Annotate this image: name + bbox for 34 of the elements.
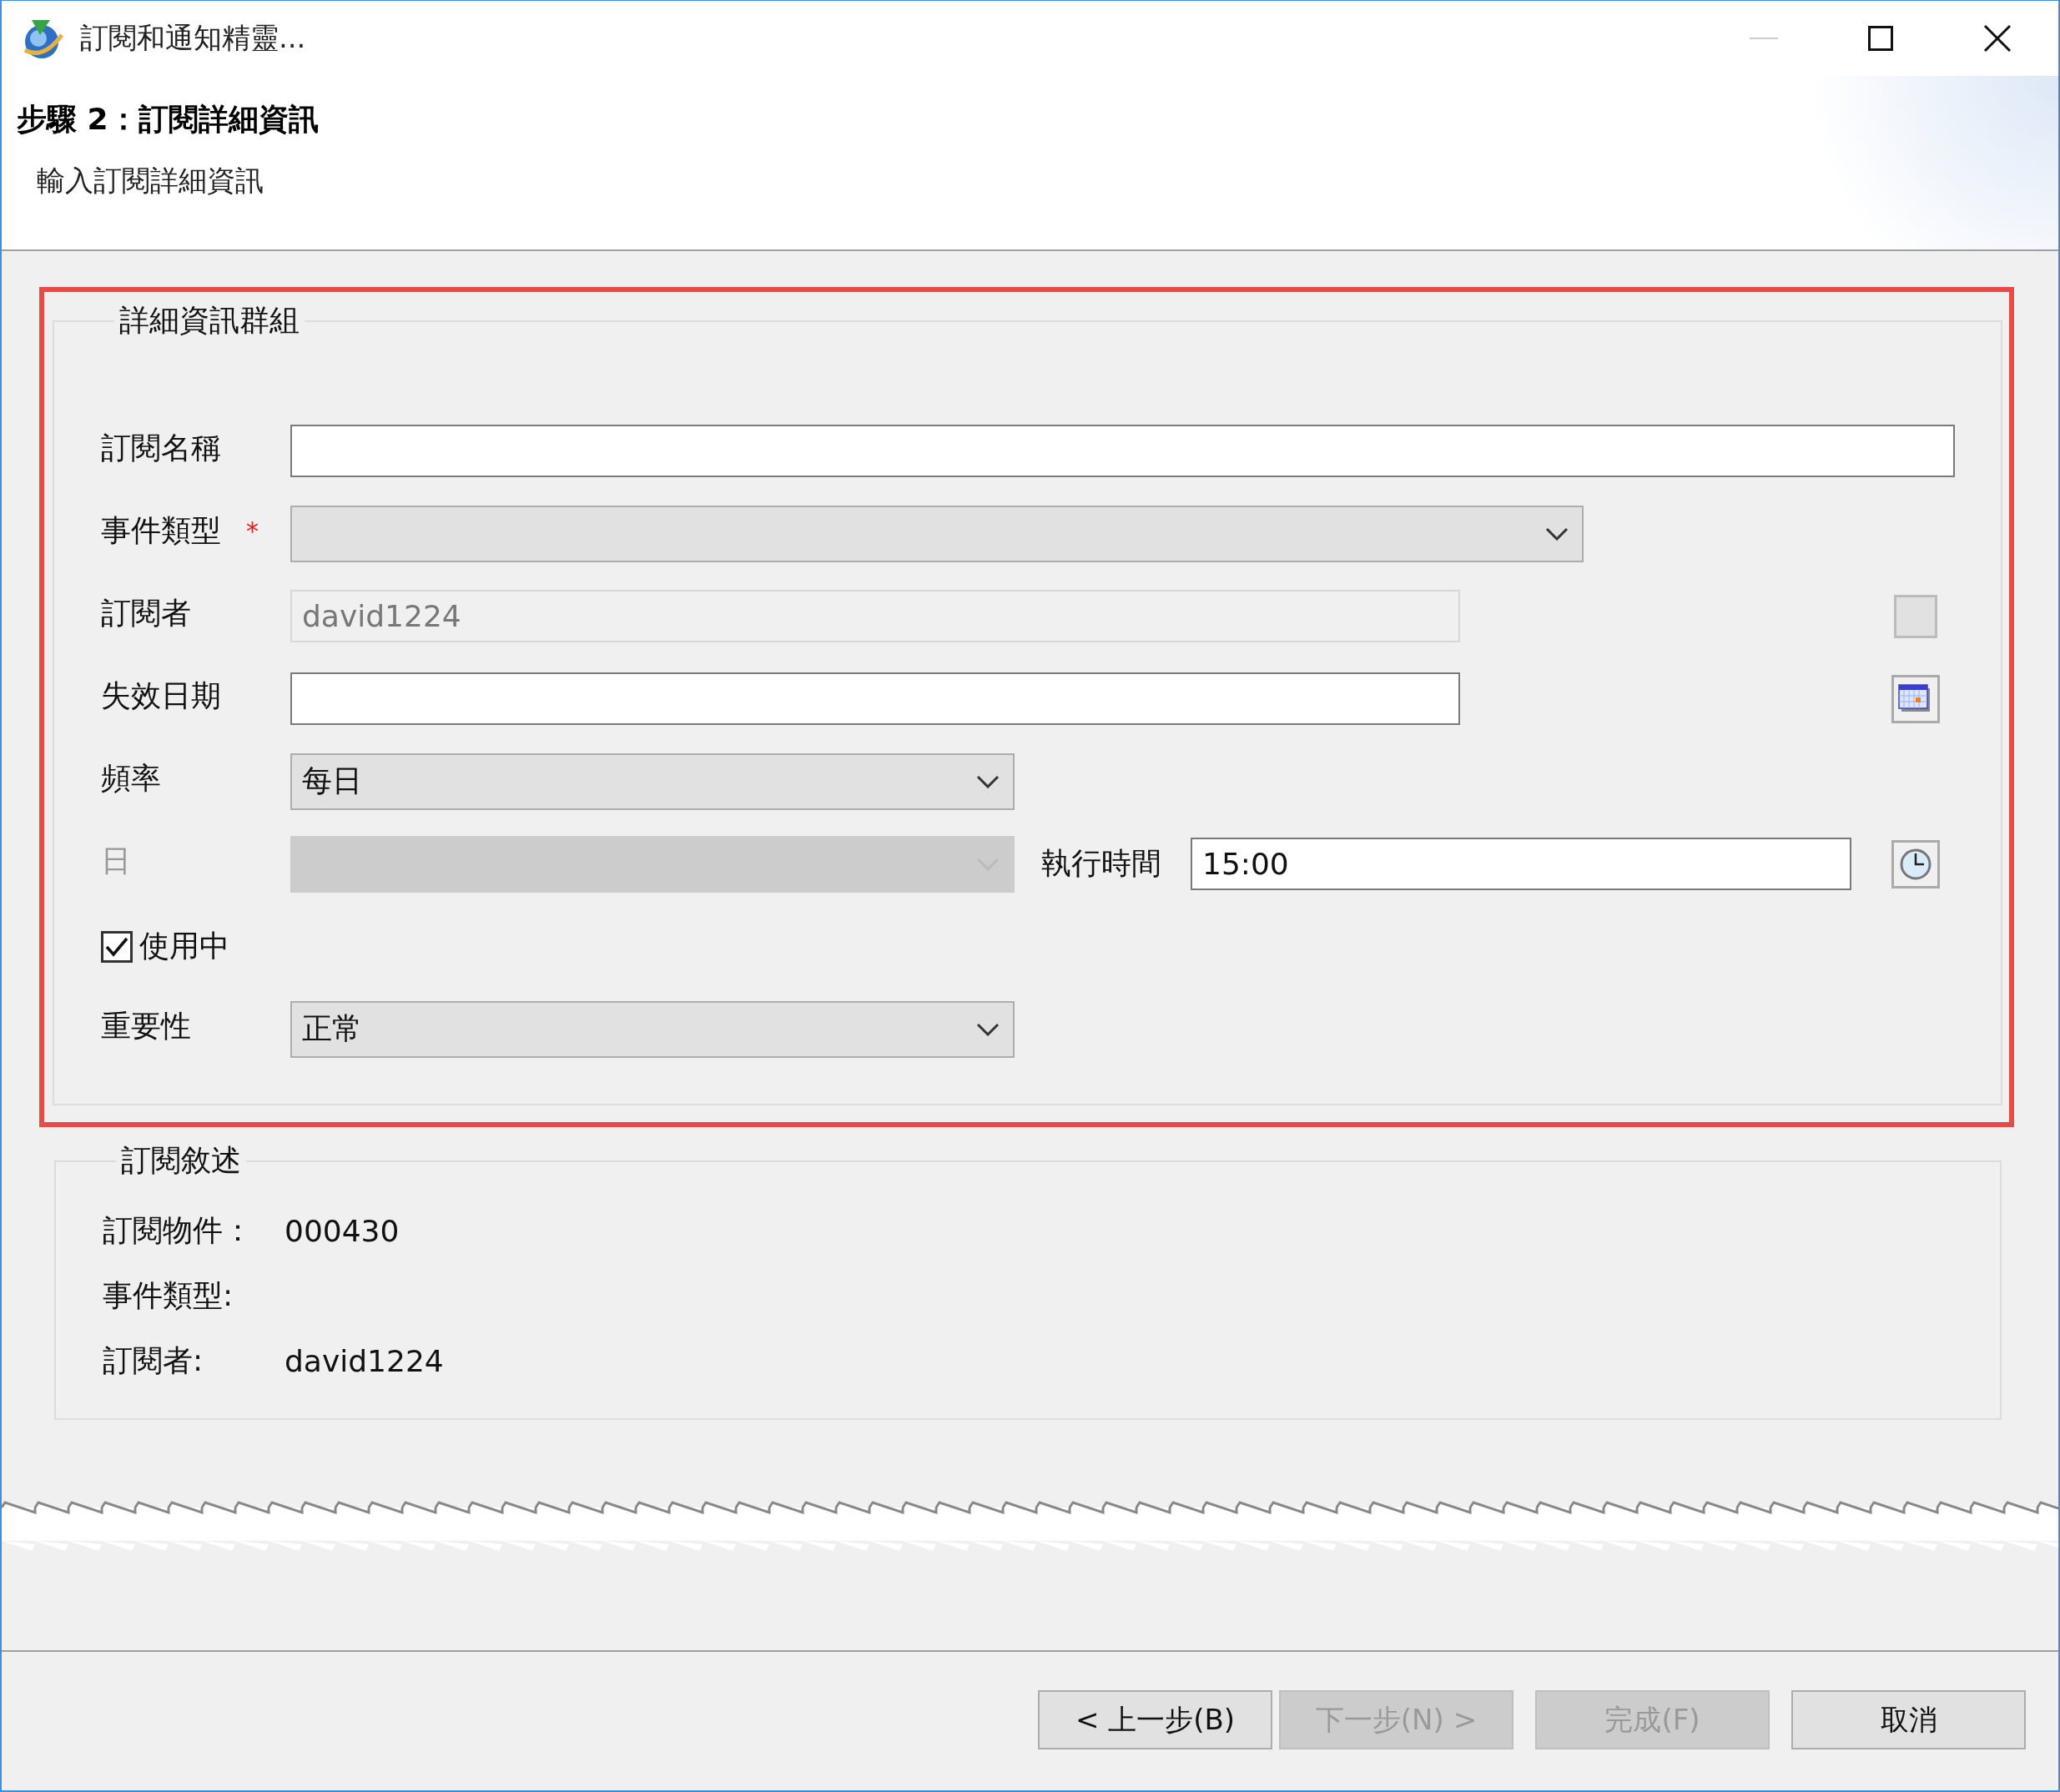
caret-icon <box>976 1022 1000 1036</box>
field-label: 失效日期 <box>101 677 221 714</box>
group-title: 詳細資訊群組 <box>118 302 300 339</box>
summary-label: 訂閱者: <box>103 1341 204 1379</box>
group-title: 訂閱敘述 <box>120 1142 242 1179</box>
close-icon[interactable] <box>1983 24 2012 53</box>
caret-icon <box>1545 526 1569 541</box>
caret-icon <box>976 774 1000 788</box>
wizard-button[interactable]: 取消 <box>1791 1690 2026 1749</box>
wizard-button[interactable]: < 上一步(B) <box>1038 1690 1272 1749</box>
checkbox[interactable] <box>101 930 133 963</box>
checkbox-label: 使用中 <box>139 928 229 964</box>
field-label: 事件類型 <box>101 512 221 549</box>
maximize-icon[interactable] <box>1868 26 1893 51</box>
dropdown[interactable]: 正常 <box>290 1000 1015 1058</box>
text-field[interactable] <box>290 672 1460 725</box>
window-title: 訂閱和通知精靈... <box>80 20 306 56</box>
summary-value: david1224 <box>285 1343 444 1378</box>
field-label: 日 <box>101 843 131 879</box>
calendar-icon[interactable] <box>1891 674 1940 723</box>
summary-label: 事件類型: <box>103 1276 234 1314</box>
step-subtitle: 輸入訂閱詳細資訊 <box>36 163 264 199</box>
field-label: 訂閱名稱 <box>101 430 221 466</box>
text-field[interactable] <box>290 425 1955 477</box>
step-title: 步驟 2：訂閱詳細資訊 <box>17 101 320 138</box>
clock-icon[interactable] <box>1891 839 1940 888</box>
summary-label: 訂閱物件： <box>103 1211 254 1249</box>
required-mark: * <box>246 516 259 546</box>
field-label: 重要性 <box>101 1008 191 1044</box>
field-label: 頻率 <box>101 760 161 797</box>
dropdown[interactable]: 每日 <box>290 753 1015 810</box>
field-label: 執行時間 <box>1041 845 1162 882</box>
field-label: 訂閱者 <box>101 595 191 632</box>
summary-value: 000430 <box>285 1213 400 1248</box>
